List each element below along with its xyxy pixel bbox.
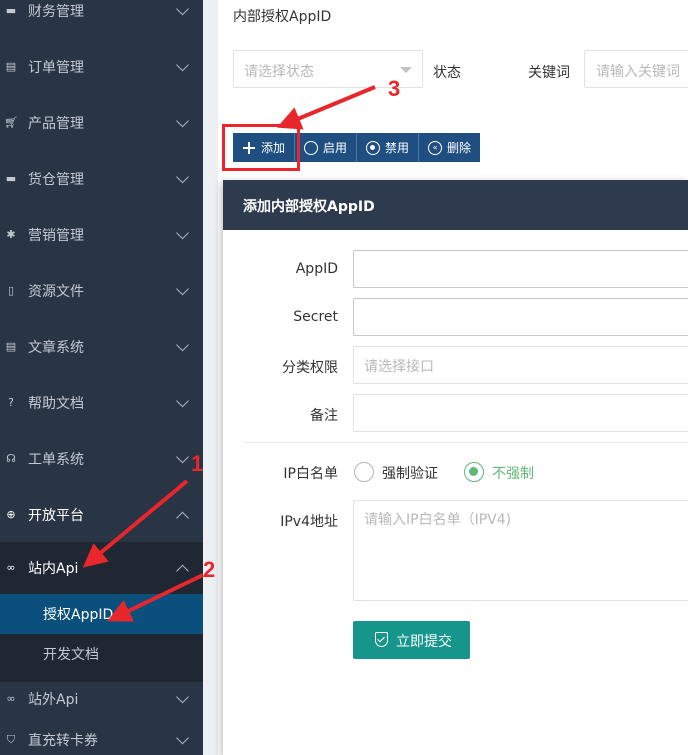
sidebar-item-help[interactable]: ? 帮助文档 (0, 375, 203, 431)
cart-icon: 🛒︎ (4, 116, 18, 129)
article-icon: ▤ (5, 340, 17, 353)
sidebar-item-articles[interactable]: ▤ 文章系统 (0, 319, 203, 375)
ip-whitelist-label: IP白名单 (283, 466, 338, 482)
chevron-down-icon (176, 114, 189, 128)
help-icon: ? (8, 396, 14, 409)
chevron-down-icon (176, 450, 189, 464)
finance-icon: ▬ (5, 4, 17, 17)
category-permission-select[interactable]: 请选择接口 (353, 346, 688, 384)
secret-input[interactable] (353, 298, 688, 336)
enable-button-label: 启用 (323, 141, 348, 155)
shield-icon: ⛉ (6, 733, 16, 746)
sidebar-subitem-label: 开发文档 (43, 647, 99, 663)
circle-icon (304, 140, 319, 155)
sidebar-item-products[interactable]: 🛒︎ 产品管理 (0, 95, 203, 151)
link-icon: ∞ (6, 561, 16, 574)
chevron-down-icon (176, 690, 189, 704)
chevron-down-icon (176, 170, 189, 184)
category-placeholder: 请选择接口 (364, 359, 434, 375)
annotation-step-1: 1 (191, 451, 204, 476)
sidebar-item-label: 站内Api (28, 561, 79, 577)
ipv4-placeholder: 请输入IP白名单（IPV4) (364, 512, 512, 528)
delete-button[interactable]: « 删除 (419, 133, 481, 162)
chevron-down-icon (176, 226, 189, 240)
link-icon: ∞ (6, 692, 16, 705)
sidebar-item-recharge-card[interactable]: ⛉ 直充转卡券 (0, 712, 203, 755)
sidebar-item-label: 直充转卡券 (28, 733, 98, 749)
sidebar-item-label: 文章系统 (28, 340, 84, 356)
dialog-title: 添加内部授权AppID (243, 199, 375, 215)
category-permission-label: 分类权限 (282, 360, 338, 376)
chevron-down-icon (176, 394, 189, 408)
radio-dot-icon (366, 140, 381, 155)
enable-button[interactable]: 启用 (295, 133, 358, 162)
globe-icon: ⊕ (6, 508, 16, 521)
ipv4-textarea[interactable]: 请输入IP白名单（IPV4) (353, 500, 688, 601)
caret-down-icon (400, 67, 412, 73)
sidebar-subitem-authorize-appid[interactable]: 授权AppID (0, 594, 203, 634)
delete-button-label: 删除 (447, 141, 472, 155)
sidebar-item-tickets[interactable]: ☊ 工单系统 (0, 431, 203, 487)
sidebar-item-label: 站外Api (28, 692, 79, 708)
chevron-down-icon (176, 282, 189, 296)
annotation-step-2: 2 (203, 557, 216, 582)
sidebar-item-open-platform[interactable]: ⊕ 开放平台 (0, 487, 203, 543)
chevron-up-icon (176, 564, 189, 578)
sidebar: ▬ 财务管理 ▤ 订单管理 🛒︎ 产品管理 ▬ 货仓管理 ✱ 营销管理 ▯ 资源… (0, 0, 203, 755)
shield-check-icon (375, 632, 388, 647)
radio-force-label: 强制验证 (382, 466, 438, 482)
sidebar-item-label: 产品管理 (28, 116, 84, 132)
file-icon: ▯ (7, 284, 15, 297)
sidebar-item-finance[interactable]: ▬ 财务管理 (0, 0, 203, 39)
chevron-down-icon (176, 2, 189, 16)
sidebar-item-label: 开放平台 (28, 508, 84, 524)
delete-icon: « (428, 140, 443, 155)
sidebar-item-label: 货仓管理 (28, 172, 84, 188)
sidebar-item-marketing[interactable]: ✱ 营销管理 (0, 207, 203, 263)
status-select-placeholder: 请选择状态 (244, 64, 314, 80)
remark-label: 备注 (310, 408, 338, 424)
chevron-up-icon (176, 511, 189, 525)
disable-button-label: 禁用 (385, 141, 410, 155)
sidebar-item-label: 帮助文档 (28, 396, 84, 412)
secret-label: Secret (293, 309, 338, 325)
disable-button[interactable]: 禁用 (357, 133, 420, 162)
ipv4-label: IPv4地址 (280, 514, 338, 530)
marketing-icon: ✱ (6, 228, 16, 241)
chevron-down-icon (176, 338, 189, 352)
sidebar-item-orders[interactable]: ▤ 订单管理 (0, 39, 203, 95)
sidebar-subitem-dev-docs[interactable]: 开发文档 (0, 634, 203, 674)
remark-input[interactable] (353, 394, 688, 432)
divider (243, 442, 688, 443)
sidebar-item-label: 财务管理 (28, 4, 84, 20)
dialog-header: 添加内部授权AppID (223, 180, 688, 230)
status-label: 状态 (433, 65, 461, 81)
keyword-label: 关键词 (528, 65, 570, 81)
warehouse-icon: ▬ (5, 172, 17, 185)
sidebar-item-label: 资源文件 (28, 284, 84, 300)
page-title: 内部授权AppID (233, 9, 332, 25)
sidebar-item-label: 工单系统 (28, 452, 84, 468)
sidebar-item-label: 订单管理 (28, 60, 84, 76)
chevron-down-icon (176, 731, 189, 745)
appid-label: AppID (295, 261, 338, 277)
appid-input[interactable] (353, 250, 688, 288)
annotation-step-3: 3 (388, 76, 401, 101)
radio-checked-icon (464, 462, 484, 482)
headset-icon: ☊ (6, 452, 16, 465)
add-appid-dialog: 添加内部授权AppID AppID Secret 分类权限 请选择接口 备注 I… (223, 180, 688, 755)
order-icon: ▤ (5, 60, 17, 73)
highlight-box (222, 124, 300, 171)
chevron-down-icon (176, 58, 189, 72)
sidebar-item-internal-api[interactable]: ∞ 站内Api (0, 542, 203, 594)
radio-none-label: 不强制 (492, 466, 534, 482)
sidebar-item-resources[interactable]: ▯ 资源文件 (0, 263, 203, 319)
sidebar-subitem-label: 授权AppID (43, 607, 114, 623)
sidebar-item-warehouse[interactable]: ▬ 货仓管理 (0, 151, 203, 207)
keyword-input[interactable]: 请输入关键词 (584, 50, 688, 88)
submit-button[interactable]: 立即提交 (353, 621, 470, 659)
sidebar-item-label: 营销管理 (28, 228, 84, 244)
submit-button-label: 立即提交 (396, 634, 452, 650)
radio-ring-icon (354, 462, 374, 482)
